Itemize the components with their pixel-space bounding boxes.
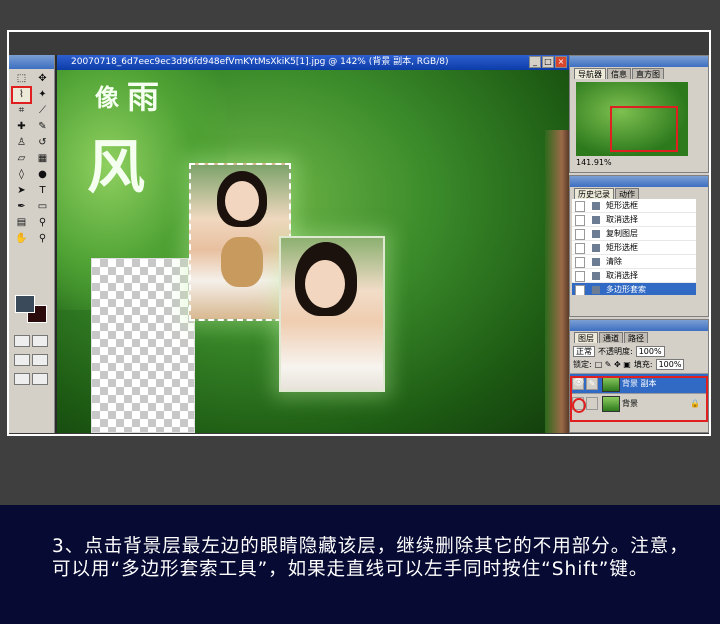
history-item[interactable]: 矩形选框 [572, 241, 696, 255]
color-swatches[interactable] [15, 295, 49, 323]
lock-icons[interactable]: □ ✎ ✥ ▣ [595, 360, 631, 369]
transparent-area [91, 258, 195, 433]
notes-tool-icon[interactable]: ▤ [13, 216, 30, 230]
tab-actions[interactable]: 动作 [615, 188, 639, 199]
marquee-tool-icon[interactable]: ⬚ [13, 72, 30, 86]
document-title: 20070718_6d7eec9ec3d96fd948efVmKYtMsXkiK… [57, 55, 569, 70]
screen-mode-icon[interactable] [14, 354, 30, 366]
navigator-zoom[interactable]: 141.91% [570, 156, 708, 170]
layer-thumbnail [602, 376, 620, 392]
history-list: 矩形选框 取消选择 复制图层 矩形选框 清除 取消选择 多边形套索 [572, 199, 696, 295]
history-header [570, 176, 708, 187]
navigator-view-box[interactable] [610, 106, 678, 152]
tab-histogram[interactable]: 直方图 [632, 68, 664, 79]
slice-tool-icon[interactable]: ⟋ [34, 104, 51, 118]
toolbox-header [9, 55, 54, 69]
tab-history[interactable]: 历史记录 [574, 188, 614, 199]
maximize-icon[interactable]: □ [542, 56, 554, 68]
layer-options: 正常 不透明度: 100% 锁定: □ ✎ ✥ ▣ 填充: 100% [570, 343, 708, 373]
layer-thumbnail [602, 396, 620, 412]
foreground-color-swatch[interactable] [15, 295, 35, 313]
eraser-tool-icon[interactable]: ▱ [13, 152, 30, 166]
healing-brush-icon[interactable]: ✚ [13, 120, 30, 134]
eye-icon[interactable]: 👁 [572, 377, 584, 390]
close-icon[interactable]: × [555, 56, 567, 68]
history-item[interactable]: 复制图层 [572, 227, 696, 241]
fill-label: 填充: [633, 360, 653, 369]
opacity-label: 不透明度: [598, 347, 633, 356]
document-window: 20070718_6d7eec9ec3d96fd948efVmKYtMsXkiK… [57, 55, 569, 433]
mode-buttons [13, 333, 51, 390]
opacity-field[interactable]: 100% [635, 346, 665, 357]
panels-dock: 导航器 信息 直方图 141.91% 历史记录 动作 矩形选框 取消选择 复制图… [569, 55, 709, 433]
tab-channels[interactable]: 通道 [599, 332, 623, 343]
jump-to-imageready-icon[interactable] [32, 373, 48, 385]
brush-tool-icon[interactable]: ✎ [34, 120, 51, 134]
layer-name[interactable]: 背景 副本 [622, 379, 657, 388]
calligraphy-char-2: 雨 [127, 78, 160, 116]
layers-panel: 图层 通道 路径 正常 不透明度: 100% 锁定: □ ✎ ✥ ▣ 填充: 1… [569, 319, 709, 433]
standard-mode-icon[interactable] [14, 335, 30, 347]
move-tool-icon[interactable]: ✥ [34, 72, 51, 86]
stamp-tool-icon[interactable]: ♙ [13, 136, 30, 150]
polygonal-lasso-tool-icon[interactable]: ⌇ [11, 86, 32, 104]
pen-tool-icon[interactable]: ✒ [13, 200, 30, 214]
gradient-tool-icon[interactable]: ▦ [34, 152, 51, 166]
instruction-caption: 3、点击背景层最左边的眼睛隐藏该层，继续删除其它的不用部分。注意，可以用“多边形… [52, 536, 689, 580]
crop-tool-icon[interactable]: ⌗ [13, 104, 30, 118]
blur-tool-icon[interactable]: ◊ [13, 168, 30, 182]
dog-image [221, 237, 263, 287]
girl-face-image [225, 181, 259, 221]
tab-layers[interactable]: 图层 [574, 332, 598, 343]
zoom-tool-icon[interactable]: ⚲ [34, 232, 51, 246]
lock-icon: 🔒 [690, 399, 700, 408]
tab-info[interactable]: 信息 [607, 68, 631, 79]
lock-label: 锁定: [573, 360, 592, 369]
history-item[interactable]: 矩形选框 [572, 199, 696, 213]
eyedropper-tool-icon[interactable]: ⚲ [34, 216, 51, 230]
history-panel: 历史记录 动作 矩形选框 取消选择 复制图层 矩形选框 清除 取消选择 多边形套… [569, 175, 709, 317]
screenshot-frame: ⬚ ✥ ⌇ ✦ ⌗ ⟋ ✚ ✎ ♙ ↺ ▱ ▦ ◊ ● ➤ T ✒ ▭ ▤ ⚲ [7, 30, 711, 436]
hand-tool-icon[interactable]: ✋ [13, 232, 30, 246]
layer-row-background-copy[interactable]: 👁 ✎ 背景 副本 [570, 373, 708, 393]
history-brush-icon[interactable]: ↺ [34, 136, 51, 150]
link-slot-icon[interactable] [586, 397, 598, 410]
fill-field[interactable]: 100% [655, 359, 685, 370]
layer-name[interactable]: 背景 [622, 399, 638, 408]
toolbox: ⬚ ✥ ⌇ ✦ ⌗ ⟋ ✚ ✎ ♙ ↺ ▱ ▦ ◊ ● ➤ T ✒ ▭ ▤ ⚲ [9, 55, 55, 433]
brush-icon[interactable]: ✎ [586, 377, 598, 390]
calligraphy-char-3: 风 [87, 133, 146, 201]
fullscreen-mode-icon[interactable] [32, 354, 48, 366]
photo-girl-with-dog[interactable] [189, 163, 291, 321]
navigator-panel: 导航器 信息 直方图 141.91% [569, 55, 709, 173]
tab-paths[interactable]: 路径 [624, 332, 648, 343]
layers-header [570, 320, 708, 331]
navigator-thumbnail[interactable] [576, 82, 688, 156]
path-select-tool-icon[interactable]: ➤ [13, 184, 30, 198]
calligraphy-char-1: 像 [95, 83, 119, 112]
layer-row-background[interactable]: 背景 🔒 [570, 393, 708, 413]
annotation-circle [572, 398, 586, 413]
image-canvas[interactable]: 像 雨 风 [57, 70, 569, 433]
photoshop-window: ⬚ ✥ ⌇ ✦ ⌗ ⟋ ✚ ✎ ♙ ↺ ▱ ▦ ◊ ● ➤ T ✒ ▭ ▤ ⚲ [9, 55, 709, 433]
shape-tool-icon[interactable]: ▭ [34, 200, 51, 214]
history-item-selected[interactable]: 多边形套索 [572, 283, 696, 295]
minimize-icon[interactable]: _ [529, 56, 541, 68]
history-buttons [570, 295, 708, 305]
history-item[interactable]: 取消选择 [572, 213, 696, 227]
history-item[interactable]: 清除 [572, 255, 696, 269]
magic-wand-tool-icon[interactable]: ✦ [34, 88, 51, 102]
blend-mode-select[interactable]: 正常 [573, 346, 595, 357]
fullscreen-black-mode-icon[interactable] [14, 373, 30, 385]
dodge-tool-icon[interactable]: ● [34, 168, 51, 182]
type-tool-icon[interactable]: T [34, 184, 51, 198]
quick-mask-mode-icon[interactable] [32, 335, 48, 347]
tab-navigator[interactable]: 导航器 [574, 68, 606, 79]
history-item[interactable]: 取消选择 [572, 269, 696, 283]
photo-girl-portrait[interactable] [279, 236, 385, 392]
navigator-header [570, 56, 708, 67]
caption-area: 3、点击背景层最左边的眼睛隐藏该层，继续删除其它的不用部分。注意，可以用“多边形… [0, 505, 720, 624]
cropped-figure-image [545, 130, 569, 433]
girl-face-image [305, 260, 345, 308]
